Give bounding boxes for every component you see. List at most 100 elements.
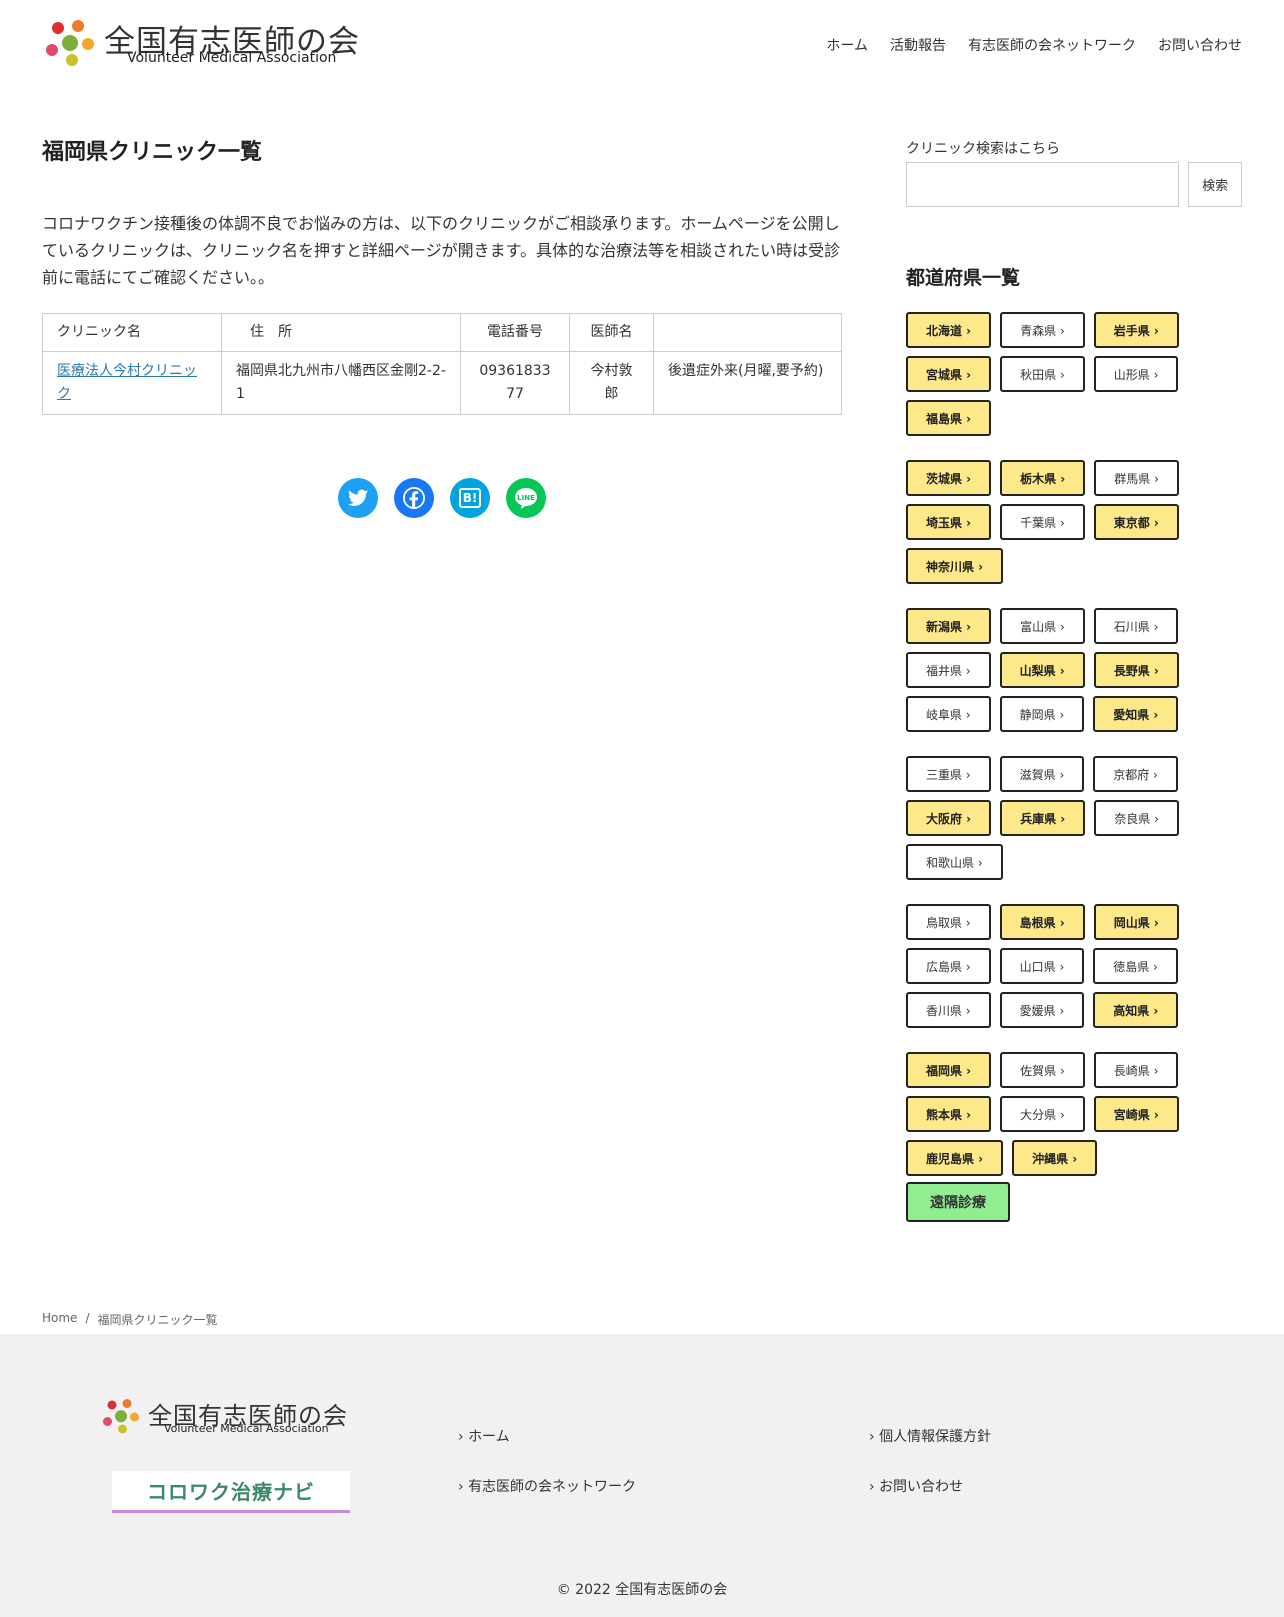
search-button[interactable]: 検索 [1188, 162, 1242, 207]
footer-link-network[interactable]: › 有志医師の会ネットワーク [458, 1476, 636, 1496]
prefecture-button[interactable]: 宮城県 › [906, 356, 992, 392]
footer-link-home[interactable]: › ホーム [458, 1426, 636, 1446]
footer-logo[interactable]: 全国有志医師の会 Volunteer Medical Association [100, 1396, 347, 1440]
prefecture-button[interactable]: 岐阜県 › [906, 696, 991, 732]
footer-links-right: › 個人情報保護方針 › お問い合わせ [869, 1426, 991, 1526]
prefecture-button[interactable]: 沖縄県 › [1012, 1140, 1098, 1176]
prefecture-button[interactable]: 神奈川県 › [906, 548, 1004, 584]
col-doctor: 医師名 [569, 313, 654, 352]
cell-clinic-name: 医療法人今村クリニック [42, 351, 222, 415]
prefecture-button[interactable]: 鳥取県 › [906, 904, 991, 940]
prefecture-button[interactable]: 和歌山県 › [906, 844, 1003, 880]
nav-contact[interactable]: お問い合わせ [1158, 35, 1242, 55]
prefecture-button[interactable]: 福島県 › [906, 400, 992, 436]
prefecture-button[interactable]: 滋賀県 › [999, 756, 1085, 792]
site-footer: 全国有志医師の会 Volunteer Medical Association コ… [0, 1334, 1284, 1617]
col-phone: 電話番号 [460, 313, 570, 352]
prefecture-button[interactable]: 愛知県 › [1093, 696, 1179, 732]
col-clinic-name: クリニック名 [42, 313, 222, 352]
page-title: 福岡県クリニック一覧 [42, 140, 263, 165]
cell-address: 福岡県北九州市八幡西区金剛2-2-1 [221, 351, 461, 415]
hatena-share-button[interactable]: B! [450, 478, 490, 518]
prefecture-button[interactable]: 佐賀県 › [1000, 1052, 1085, 1088]
prefecture-button[interactable]: 京都府 › [1093, 756, 1178, 792]
prefecture-button[interactable]: 三重県 › [906, 756, 991, 792]
prefecture-button[interactable]: 広島県 › [906, 948, 991, 984]
prefecture-button[interactable]: 北海道 › [906, 312, 992, 348]
prefecture-button[interactable]: 福井県 › [906, 652, 991, 688]
prefecture-button[interactable]: 大分県 › [1000, 1096, 1085, 1132]
twitter-share-button[interactable] [338, 478, 378, 518]
prefecture-button[interactable]: 熊本県 › [906, 1096, 992, 1132]
prefecture-button[interactable]: 東京都 › [1093, 504, 1179, 540]
remote-consultation-button[interactable]: 遠隔診療 [906, 1182, 1010, 1222]
nav-activity-report[interactable]: 活動報告 [890, 35, 946, 55]
prefecture-button[interactable]: 秋田県 › [1000, 356, 1085, 392]
breadcrumb-home[interactable]: Home [42, 1311, 77, 1328]
prefecture-button[interactable]: 山梨県 › [999, 652, 1085, 688]
prefecture-button[interactable]: 千葉県 › [1000, 504, 1085, 540]
prefecture-button[interactable]: 石川県 › [1093, 608, 1179, 644]
site-header: 全国有志医師の会 Volunteer Medical Association ホ… [0, 0, 1284, 90]
prefecture-button[interactable]: 茨城県 › [906, 460, 992, 496]
prefecture-button[interactable]: 岡山県 › [1093, 904, 1179, 940]
logo-flower-icon [103, 1399, 139, 1434]
footer-link-label: 個人情報保護方針 [879, 1429, 992, 1445]
corowaku-navi-banner[interactable]: コロワク治療ナビ [112, 1471, 350, 1513]
prefecture-button[interactable]: 岩手県 › [1093, 312, 1179, 348]
clinic-search-input[interactable] [906, 162, 1180, 207]
line-share-button[interactable]: LINE [506, 478, 546, 518]
prefecture-button[interactable]: 香川県 › [906, 992, 991, 1028]
prefecture-button[interactable]: 静岡県 › [999, 696, 1085, 732]
prefecture-button[interactable]: 奈良県 › [1094, 800, 1179, 836]
prefecture-button[interactable]: 山形県 › [1093, 356, 1179, 392]
chevron-right-icon: › [869, 1479, 880, 1495]
clinic-table: クリニック名 住 所 電話番号 医師名 医療法人今村クリニック 福岡県北九州市八… [42, 313, 842, 415]
footer-link-label: 有志医師の会ネットワーク [468, 1479, 637, 1495]
prefecture-button[interactable]: 兵庫県 › [1000, 800, 1086, 836]
prefecture-button[interactable]: 福岡県 › [906, 1052, 992, 1088]
prefecture-button[interactable]: 鹿児島県 › [906, 1140, 1004, 1176]
breadcrumb: Home / 福岡県クリニック一覧 [42, 1311, 218, 1328]
table-header-row: クリニック名 住 所 電話番号 医師名 [42, 313, 842, 352]
share-buttons: B! LINE [338, 478, 546, 518]
prefecture-button[interactable]: 埼玉県 › [906, 504, 992, 540]
clinic-link[interactable]: 医療法人今村クリニック [57, 363, 197, 402]
main-nav: ホーム 活動報告 有志医師の会ネットワーク お問い合わせ [826, 35, 1242, 55]
twitter-icon [348, 489, 368, 506]
prefecture-button[interactable]: 青森県 › [1000, 312, 1085, 348]
search-label: クリニック検索はこちら [906, 141, 1060, 157]
prefecture-button[interactable]: 富山県 › [1000, 608, 1085, 644]
footer-link-label: お問い合わせ [879, 1479, 964, 1495]
prefecture-button[interactable]: 長野県 › [1093, 652, 1179, 688]
prefecture-region: 三重県 › 滋賀県 › 京都府 › 大阪府 › 兵庫県 › 奈良県 › 和歌山県 › [906, 756, 1206, 888]
prefecture-region: 茨城県 › 栃木県 › 群馬県 › 埼玉県 › 千葉県 › 東京都 › 神奈川県 › [906, 460, 1206, 592]
cell-phone: 0936183377 [460, 351, 570, 415]
copyright: © 2022 全国有志医師の会 [556, 1582, 728, 1598]
prefecture-button[interactable]: 長崎県 › [1093, 1052, 1179, 1088]
prefecture-button[interactable]: 新潟県 › [906, 608, 992, 644]
prefecture-button[interactable]: 愛媛県 › [999, 992, 1085, 1028]
prefecture-button[interactable]: 群馬県 › [1094, 460, 1179, 496]
nav-network[interactable]: 有志医師の会ネットワーク [968, 35, 1136, 55]
svg-text:LINE: LINE [517, 494, 535, 502]
intro-text: コロナワクチン接種後の体調不良でお悩みの方は、以下のクリニックがご相談承ります。… [42, 214, 841, 287]
nav-home[interactable]: ホーム [826, 35, 868, 55]
prefecture-button[interactable]: 高知県 › [1093, 992, 1179, 1028]
line-icon: LINE [515, 488, 537, 509]
prefecture-button[interactable]: 徳島県 › [1093, 948, 1178, 984]
prefecture-button[interactable]: 山口県 › [999, 948, 1085, 984]
footer-link-contact[interactable]: › お問い合わせ [869, 1476, 991, 1496]
search-form: 検索 [906, 162, 1242, 207]
prefecture-region: 新潟県 › 富山県 › 石川県 › 福井県 › 山梨県 › 長野県 › 岐阜県 › 静岡県 ›… [906, 608, 1206, 740]
cell-notes: 後遺症外来(月曜,要予約) [653, 351, 842, 415]
prefecture-button[interactable]: 大阪府 › [906, 800, 992, 836]
prefecture-button[interactable]: 栃木県 › [1000, 460, 1086, 496]
footer-link-privacy[interactable]: › 個人情報保護方針 [869, 1426, 991, 1446]
breadcrumb-separator: / [85, 1311, 90, 1325]
facebook-share-button[interactable] [394, 478, 434, 518]
prefecture-button[interactable]: 島根県 › [999, 904, 1085, 940]
site-logo[interactable]: 全国有志医師の会 Volunteer Medical Association [42, 14, 362, 74]
prefecture-list-title: 都道府県一覧 [906, 267, 1021, 289]
prefecture-button[interactable]: 宮崎県 › [1093, 1096, 1179, 1132]
